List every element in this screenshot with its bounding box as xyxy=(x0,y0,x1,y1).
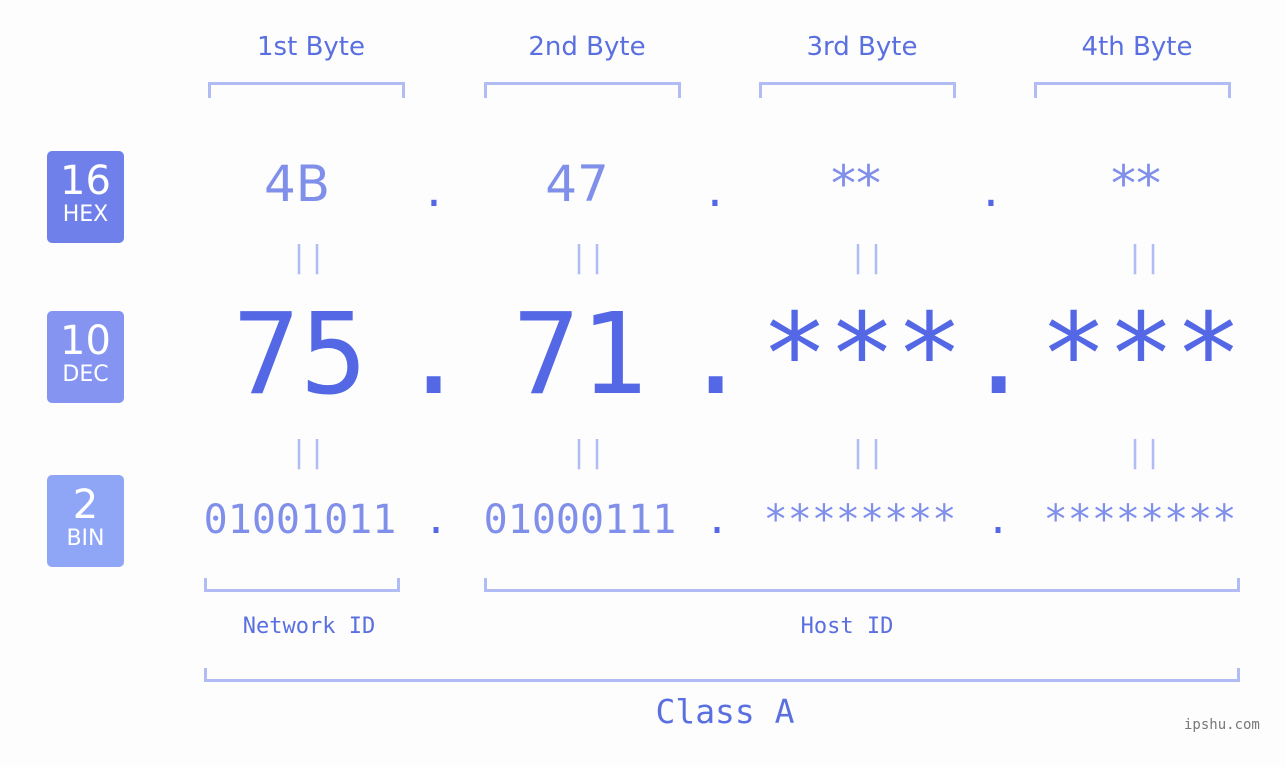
hex-dot-2: . xyxy=(707,160,723,218)
class-bracket xyxy=(204,668,1240,682)
hex-base-label: HEX xyxy=(62,202,109,227)
dec-dot-1: . xyxy=(400,290,468,420)
bin-byte-2: 01000111 xyxy=(483,497,677,543)
equals-hex-dec-4: || xyxy=(1126,240,1163,275)
hex-byte-1: 4B xyxy=(263,155,331,213)
dec-base-label: DEC xyxy=(62,362,109,387)
hex-badge: 16 HEX xyxy=(47,151,124,243)
dec-dot-2: . xyxy=(682,290,750,420)
network-id-label: Network ID xyxy=(242,614,376,639)
bin-base-label: BIN xyxy=(66,526,105,551)
dec-byte-3: *** xyxy=(760,290,964,420)
byte-header-4: 4th Byte xyxy=(1081,32,1193,62)
bin-base-number: 2 xyxy=(72,482,99,528)
bin-byte-3: ******** xyxy=(763,497,957,543)
equals-dec-bin-3: || xyxy=(849,435,886,470)
hex-dot-1: . xyxy=(426,160,442,218)
equals-hex-dec-3: || xyxy=(849,240,886,275)
host-id-label: Host ID xyxy=(800,614,894,639)
byte-bracket-3 xyxy=(759,82,956,98)
dec-byte-2: 71 xyxy=(512,290,648,420)
equals-dec-bin-1: || xyxy=(290,435,327,470)
equals-dec-bin-2: || xyxy=(570,435,607,470)
bin-dot-1: . xyxy=(424,497,449,543)
hex-dot-3: . xyxy=(983,160,999,218)
hex-byte-4: ** xyxy=(1111,155,1161,213)
byte-header-1: 1st Byte xyxy=(257,32,365,62)
byte-bracket-1 xyxy=(208,82,405,98)
hex-byte-2: 47 xyxy=(545,155,609,213)
bin-dot-3: . xyxy=(986,497,1011,543)
hex-base-number: 16 xyxy=(60,158,111,204)
dec-byte-1: 75 xyxy=(232,290,368,420)
dec-badge: 10 DEC xyxy=(47,311,124,403)
bin-badge: 2 BIN xyxy=(47,475,124,567)
class-label: Class A xyxy=(655,692,795,731)
bin-byte-4: ******** xyxy=(1043,497,1237,543)
hex-byte-3: ** xyxy=(831,155,881,213)
watermark: ipshu.com xyxy=(1184,717,1260,733)
byte-header-2: 2nd Byte xyxy=(528,32,646,62)
bin-byte-1: 01001011 xyxy=(203,497,397,543)
byte-bracket-2 xyxy=(484,82,681,98)
network-id-bracket xyxy=(204,578,400,592)
equals-dec-bin-4: || xyxy=(1126,435,1163,470)
byte-bracket-4 xyxy=(1034,82,1231,98)
equals-hex-dec-1: || xyxy=(290,240,327,275)
host-id-bracket xyxy=(484,578,1240,592)
equals-hex-dec-2: || xyxy=(570,240,607,275)
byte-header-3: 3rd Byte xyxy=(806,32,918,62)
bin-dot-2: . xyxy=(705,497,730,543)
dec-base-number: 10 xyxy=(60,318,111,364)
dec-dot-3: . xyxy=(965,290,1033,420)
dec-byte-4: *** xyxy=(1039,290,1243,420)
